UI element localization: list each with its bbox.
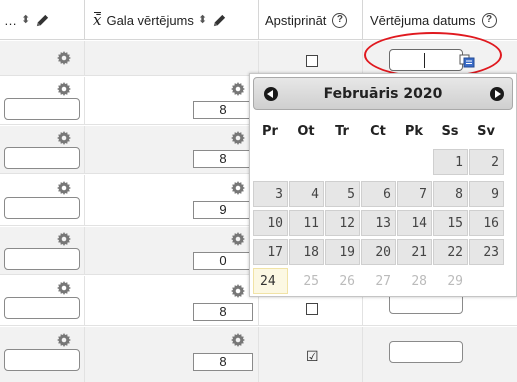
gear-icon[interactable] (57, 232, 71, 246)
grade-input[interactable] (4, 248, 80, 270)
gear-icon[interactable] (57, 51, 71, 65)
grade-input[interactable] (4, 349, 80, 371)
gear-icon[interactable] (231, 284, 245, 298)
highlight-ring (364, 32, 502, 78)
calendar-day[interactable]: 17 (253, 239, 288, 265)
calendar-day[interactable]: 15 (433, 210, 468, 236)
pencil-icon[interactable] (212, 13, 227, 28)
calendar-day[interactable]: 19 (325, 239, 360, 265)
calendar-day[interactable]: 16 (469, 210, 504, 236)
final-grade-value[interactable]: 8 (193, 101, 253, 119)
final-grade-value[interactable]: 8 (193, 150, 253, 168)
calendar-day-today[interactable]: 24 (253, 268, 288, 294)
calendar-day[interactable]: 20 (361, 239, 396, 265)
sort-icon[interactable]: ⬍ (21, 14, 30, 26)
calendar-day[interactable]: 2 (469, 149, 504, 175)
gear-icon[interactable] (57, 281, 71, 295)
approve-label: Apstiprināt (265, 12, 327, 28)
final-grade-value[interactable]: 8 (193, 353, 253, 371)
gear-icon[interactable] (57, 333, 71, 347)
calendar-day: 29 (433, 268, 468, 294)
table-row: 8 ☑ (0, 327, 517, 382)
help-icon[interactable]: ? (481, 12, 497, 28)
calendar-day[interactable]: 7 (397, 181, 432, 207)
datepicker-title: Februāris 2020 (323, 86, 443, 102)
weekday-header: Ot (297, 124, 315, 139)
calendar-day[interactable]: 23 (469, 239, 504, 265)
calendar-day[interactable]: 9 (469, 181, 504, 207)
weekday-header: Tr (335, 124, 349, 139)
calendar-day[interactable]: 12 (325, 210, 360, 236)
calendar-day[interactable]: 8 (433, 181, 468, 207)
calendar-day[interactable]: 6 (361, 181, 396, 207)
grade-date-input[interactable] (389, 341, 463, 363)
gear-icon[interactable] (231, 232, 245, 246)
calendar-day[interactable]: 10 (253, 210, 288, 236)
header-col-approve: Apstiprināt ? (258, 0, 362, 40)
weekday-header: Ss (441, 124, 459, 139)
next-month-icon[interactable] (490, 87, 504, 101)
calendar-day[interactable]: 11 (289, 210, 324, 236)
gear-icon[interactable] (57, 131, 71, 145)
help-icon[interactable]: ? (332, 12, 348, 28)
grade-input[interactable] (4, 297, 80, 319)
weekday-header: Pr (262, 124, 278, 139)
gear-icon[interactable] (231, 181, 245, 195)
calendar-day: 27 (361, 268, 396, 294)
weekday-header: Sv (477, 124, 495, 139)
weekday-header: Pk (404, 124, 424, 139)
final-grade-label: Gala vērtējums (106, 12, 194, 28)
calendar-day[interactable]: 3 (253, 181, 288, 207)
sort-icon[interactable]: ⬍ (198, 14, 207, 26)
average-icon: x̄ (93, 11, 102, 29)
approve-checkbox-checked[interactable]: ☑ (306, 349, 319, 363)
grade-date-label: Vērtējuma datums (370, 12, 476, 28)
calendar-day[interactable]: 18 (289, 239, 324, 265)
grade-input[interactable] (4, 197, 80, 219)
approve-checkbox[interactable] (306, 55, 318, 67)
final-grade-value[interactable]: 0 (193, 252, 253, 270)
calendar-day[interactable]: 22 (433, 239, 468, 265)
gear-icon[interactable] (57, 181, 71, 195)
final-grade-value[interactable]: 9 (193, 201, 253, 219)
gear-icon[interactable] (231, 82, 245, 96)
calendar-day[interactable]: 1 (433, 149, 468, 175)
gear-icon[interactable] (57, 82, 71, 96)
header-col-final-grade: x̄ Gala vērtējums ⬍ (84, 0, 258, 40)
calendar-day: 25 (289, 268, 324, 294)
col1-label: … (4, 12, 17, 28)
weekday-header: Ct (370, 124, 386, 139)
datepicker-header: Februāris 2020 (253, 77, 513, 110)
datepicker: Februāris 2020 Pr Ot Tr Ct Pk Ss Sv 1 2 3 4 5 6 7 8 9 10… (249, 73, 517, 297)
calendar-day[interactable]: 5 (325, 181, 360, 207)
calendar-day[interactable]: 14 (397, 210, 432, 236)
approve-checkbox[interactable] (306, 303, 318, 315)
gear-icon[interactable] (231, 131, 245, 145)
grade-input[interactable] (4, 147, 80, 169)
pencil-icon[interactable] (35, 13, 50, 28)
calendar-day[interactable]: 13 (361, 210, 396, 236)
calendar-day: 28 (397, 268, 432, 294)
calendar-day[interactable]: 4 (289, 181, 324, 207)
final-grade-value[interactable]: 8 (193, 303, 253, 321)
calendar-day: 26 (325, 268, 360, 294)
gear-icon[interactable] (231, 333, 245, 347)
grade-input[interactable] (4, 98, 80, 120)
header-col-1: … ⬍ (0, 0, 84, 40)
calendar-day[interactable]: 21 (397, 239, 432, 265)
